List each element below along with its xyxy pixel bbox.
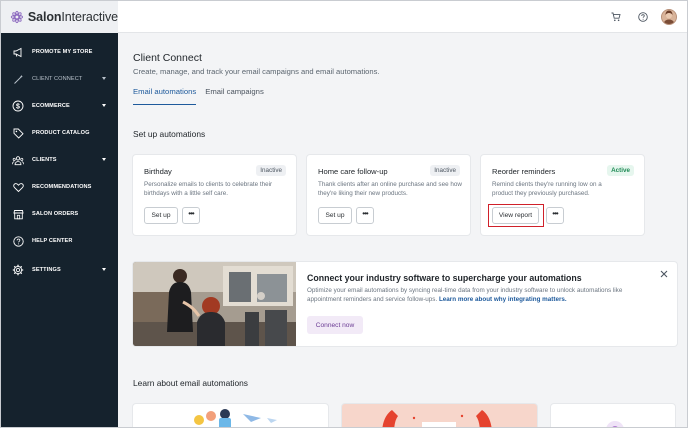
more-options-button[interactable]: ••• (356, 207, 374, 224)
learn-card-1[interactable] (133, 404, 328, 427)
sidebar-item-recommendations[interactable]: RECOMMENDATIONS (1, 175, 118, 199)
illustration-image (382, 410, 492, 427)
banner-text: Optimize your email automations by synci… (307, 287, 623, 303)
tab-email-automations[interactable]: Email automations (133, 87, 197, 105)
sidebar-item-clients[interactable]: CLIENTS (1, 148, 118, 172)
chevron-down-icon (102, 104, 106, 107)
status-badge: Active (607, 165, 634, 176)
learn-more-link[interactable]: Learn more about why integrating matters… (439, 296, 567, 303)
more-icon: ••• (188, 209, 194, 218)
sidebar-item-ecommerce[interactable]: $ ECOMMERCE (1, 94, 118, 118)
card-title: Reorder reminders (492, 167, 556, 176)
brand-name: SalonInteractive (27, 10, 118, 24)
chevron-down-icon (102, 158, 106, 161)
illustration-image (194, 409, 277, 427)
card-title: Home care follow-up (318, 167, 388, 176)
sidebar-item-promote-my-store[interactable]: PROMOTE MY STORE (1, 40, 118, 64)
chevron-down-icon (102, 268, 106, 271)
dollar-icon: $ (12, 100, 24, 112)
automation-card-birthday: Birthday Inactive Personalize emails to … (133, 155, 296, 235)
focus-highlight (488, 204, 544, 227)
page-subtitle: Create, manage, and track your email cam… (133, 67, 380, 76)
top-bar: SalonInteractive (1, 1, 687, 33)
more-icon: ••• (552, 209, 558, 218)
banner-title: Connect your industry software to superc… (307, 273, 582, 283)
page-title: Client Connect (133, 52, 202, 64)
set-up-button[interactable]: Set up (144, 207, 178, 224)
chevron-down-icon (102, 77, 106, 80)
set-up-button[interactable]: Set up (318, 207, 352, 224)
sidebar-item-product-catalog[interactable]: PRODUCT CATALOG (1, 121, 118, 145)
help-icon[interactable] (634, 8, 652, 26)
sidebar-item-salon-orders[interactable]: SALON ORDERS (1, 202, 118, 226)
more-options-button[interactable]: ••• (546, 207, 564, 224)
app-window: SalonInteractive PROMOTE MY STORE CLIENT… (0, 0, 688, 428)
section-title-setup: Set up automations (133, 129, 206, 139)
store-icon (12, 208, 24, 220)
megaphone-icon (12, 46, 24, 58)
more-options-button[interactable]: ••• (182, 207, 200, 224)
sidebar: PROMOTE MY STORE CLIENT CONNECT $ ECOMME… (1, 33, 118, 427)
people-icon (12, 154, 24, 166)
salon-photo (133, 262, 296, 346)
learn-card-2[interactable] (342, 404, 537, 427)
connect-now-button[interactable]: Connect now (307, 316, 363, 334)
card-title: Birthday (144, 167, 172, 176)
section-title-learn: Learn about email automations (133, 378, 248, 388)
heart-icon (12, 181, 24, 193)
brand-logo[interactable]: SalonInteractive (1, 1, 118, 33)
card-description: Thank clients after an online purchase a… (318, 181, 462, 197)
automation-card-reorder-reminders: Reorder reminders Active Remind clients … (481, 155, 644, 235)
tab-bar: Email automations Email campaigns (133, 87, 264, 105)
close-icon[interactable] (659, 269, 669, 279)
status-badge: Inactive (430, 165, 460, 176)
gear-icon (12, 264, 24, 276)
svg-text:$: $ (16, 103, 20, 110)
tag-icon (12, 127, 24, 139)
tab-email-campaigns[interactable]: Email campaigns (205, 87, 264, 105)
help-icon (12, 235, 24, 247)
sidebar-item-help-center[interactable]: HELP CENTER (1, 229, 118, 253)
card-description: Remind clients they're running low on a … (492, 181, 602, 197)
sidebar-item-client-connect[interactable]: CLIENT CONNECT (1, 67, 118, 91)
main-content: Client Connect Create, manage, and track… (118, 33, 687, 427)
avatar[interactable] (661, 9, 677, 25)
automation-card-home-care: Home care follow-up Inactive Thank clien… (307, 155, 470, 235)
sidebar-item-settings[interactable]: SETTINGS (1, 258, 118, 282)
integration-banner: Connect your industry software to superc… (133, 262, 677, 346)
cart-icon[interactable] (607, 8, 625, 26)
wand-icon (12, 73, 24, 85)
more-icon: ••• (362, 209, 368, 218)
status-badge: Inactive (256, 165, 286, 176)
learn-card-3[interactable] (551, 404, 675, 427)
logo-icon (10, 10, 24, 24)
card-description: Personalize emails to clients to celebra… (144, 181, 273, 197)
illustration-image (606, 421, 624, 427)
